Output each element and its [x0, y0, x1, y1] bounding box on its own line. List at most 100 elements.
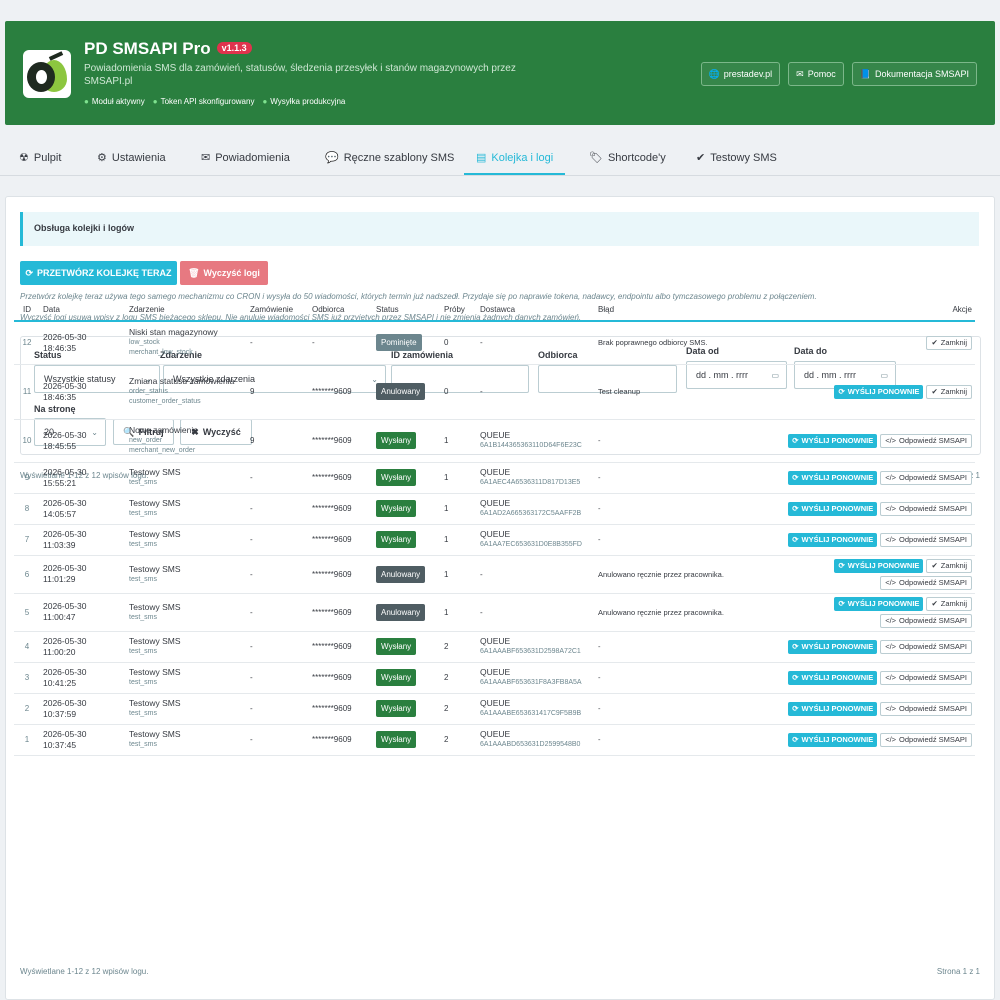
provider-id: 6A1AA7EC653631D0E8B355FD — [480, 541, 582, 548]
tab-settings[interactable]: ⚙ Ustawienia — [97, 151, 166, 165]
row-date: 2026-05-30 10:37:45 — [40, 724, 126, 756]
tab-shortcodes[interactable]: 🏷 Shortcode'y — [589, 151, 666, 165]
row-recipient: *******9609 — [309, 419, 373, 463]
status-badge: Wysłany — [376, 700, 417, 717]
refresh-icon: ⟳ — [792, 704, 799, 713]
col-error: Błąd — [595, 299, 745, 322]
col-date: Data — [40, 299, 126, 322]
row-recipient: *******9609 — [309, 662, 373, 694]
row-provider: QUEUE 6A1AAABF653631D2598A72C1 — [477, 631, 595, 663]
row-tries: 2 — [441, 724, 477, 756]
smsapi-response-button[interactable]: </> Odpowiedź SMSAPI — [880, 433, 972, 448]
process-queue-button[interactable]: ⟳ PRZETWÓRZ KOLEJKĘ TERAZ — [20, 261, 177, 285]
resend-button[interactable]: ⟳ WYŚLIJ PONOWNIE — [788, 470, 878, 485]
trash-icon: 🗑 — [188, 267, 200, 278]
table-row: 12 2026-05-30 18:46:35 Niski stan magazyn… — [14, 321, 975, 365]
row-event: Testowy SMS test_sms — [126, 524, 247, 556]
smsapi-response-button[interactable]: </> Odpowiedź SMSAPI — [880, 732, 972, 747]
row-order: - — [247, 321, 309, 365]
row-error: Anulowano ręcznie przez pracownika. — [595, 593, 745, 632]
row-status: Anulowany — [373, 593, 441, 632]
envelope-icon: ✉ — [201, 152, 211, 164]
resend-button[interactable]: ⟳ WYŚLIJ PONOWNIE — [788, 732, 878, 747]
row-provider: QUEUE 6A1AAABF653631F8A3FB8A5A — [477, 662, 595, 694]
row-id: 4 — [14, 631, 40, 663]
status-badge: Wysłany — [376, 500, 417, 517]
smsapi-response-button[interactable]: </> Odpowiedź SMSAPI — [880, 670, 972, 685]
tab-queue-logs[interactable]: ▤ Kolejka i logi — [463, 151, 566, 175]
row-provider: QUEUE 6A1AA7EC653631D0E8B355FD — [477, 524, 595, 556]
tab-notifications[interactable]: ✉ Powiadomienia — [201, 151, 290, 165]
row-provider: - — [477, 555, 595, 594]
resend-button[interactable]: ⟳ WYŚLIJ PONOWNIE — [834, 384, 924, 399]
row-error: - — [595, 524, 745, 556]
check-icon: ✔ — [931, 387, 938, 396]
col-actions: Akcje — [745, 299, 975, 322]
table-row: 9 2026-05-30 15:55:21 Testowy SMS test_sms… — [14, 462, 975, 494]
close-button[interactable]: ✔ Zamknij — [926, 596, 972, 611]
provider-id: 6A1AAABD653631D2599548B0 — [480, 741, 581, 748]
module-logo — [23, 50, 71, 98]
row-actions: ⟳ WYŚLIJ PONOWNIE </> Odpowiedź SMSAPI — [745, 493, 975, 525]
row-actions: ⟳ WYŚLIJ PONOWNIE </> Odpowiedź SMSAPI — [745, 662, 975, 694]
smsapi-response-button[interactable]: </> Odpowiedź SMSAPI — [880, 639, 972, 654]
resend-button[interactable]: ⟳ WYŚLIJ PONOWNIE — [788, 670, 878, 685]
check-icon: ✔ — [931, 338, 938, 348]
row-order: - — [247, 724, 309, 756]
table-row: 1 2026-05-30 10:37:45 Testowy SMS test_sms… — [14, 724, 975, 756]
row-date: 2026-05-30 11:01:29 — [40, 555, 126, 594]
resend-button[interactable]: ⟳ WYŚLIJ PONOWNIE — [788, 433, 878, 448]
smsapi-response-button[interactable]: </> Odpowiedź SMSAPI — [880, 701, 972, 716]
tab-manual-templates[interactable]: 💬 Ręczne szablony SMS — [325, 151, 454, 165]
row-order: - — [247, 662, 309, 694]
row-order: - — [247, 555, 309, 594]
smsapi-response-button[interactable]: </> Odpowiedź SMSAPI — [880, 470, 972, 485]
code-icon: </> — [885, 616, 897, 625]
smsapi-response-button[interactable]: </> Odpowiedź SMSAPI — [880, 575, 972, 590]
refresh-icon: ⟳ — [838, 599, 845, 608]
help-button[interactable]: ✉ Pomoc — [788, 62, 844, 86]
status-badge: Pominięte — [376, 334, 422, 352]
table-row: 8 2026-05-30 14:05:57 Testowy SMS test_sms… — [14, 493, 975, 525]
refresh-icon: ⟳ — [838, 387, 845, 396]
resend-button[interactable]: ⟳ WYŚLIJ PONOWNIE — [788, 701, 878, 716]
row-actions: ✔ Zamknij — [745, 321, 975, 365]
smsapi-response-button[interactable]: </> Odpowiedź SMSAPI — [880, 501, 972, 516]
tab-dashboard[interactable]: ☢ Pulpit — [19, 151, 61, 165]
prestadev-link-button[interactable]: 🌐 prestadev.pl — [700, 62, 781, 86]
row-date: 2026-05-30 18:46:35 — [40, 321, 126, 365]
row-provider: QUEUE 6A1AEC4A6536311D817D13E5 — [477, 462, 595, 494]
clear-logs-button[interactable]: 🗑 Wyczyść logi — [180, 261, 268, 285]
table-row: 6 2026-05-30 11:01:29 Testowy SMS test_sms… — [14, 555, 975, 594]
close-button[interactable]: ✔ Zamknij — [926, 558, 972, 573]
row-tries: 2 — [441, 693, 477, 725]
row-date: 2026-05-30 18:45:55 — [40, 419, 126, 463]
refresh-icon: ⟳ — [792, 504, 799, 513]
close-button[interactable]: ✔ Zamknij — [926, 384, 972, 399]
row-error: - — [595, 419, 745, 463]
close-button[interactable]: ✔ Zamknij — [926, 335, 972, 350]
code-icon: </> — [885, 673, 897, 682]
row-tries: 0 — [441, 364, 477, 420]
resend-button[interactable]: ⟳ WYŚLIJ PONOWNIE — [834, 596, 924, 611]
col-status: Status — [373, 299, 441, 322]
code-icon: </> — [885, 578, 897, 587]
smsapi-response-button[interactable]: </> Odpowiedź SMSAPI — [880, 613, 972, 628]
col-provider: Dostawca — [477, 299, 595, 322]
provider-id: 6A1B144365363110D64F6E23C — [480, 442, 582, 449]
resend-button[interactable]: ⟳ WYŚLIJ PONOWNIE — [788, 639, 878, 654]
row-error: - — [595, 724, 745, 756]
row-recipient: *******9609 — [309, 593, 373, 632]
smsapi-response-button[interactable]: </> Odpowiedź SMSAPI — [880, 532, 972, 547]
row-recipient: *******9609 — [309, 524, 373, 556]
tab-test-sms[interactable]: ✔ Testowy SMS — [696, 151, 777, 165]
row-order: - — [247, 524, 309, 556]
resend-button[interactable]: ⟳ WYŚLIJ PONOWNIE — [788, 532, 878, 547]
row-status: Wysłany — [373, 662, 441, 694]
row-event: Testowy SMS test_sms — [126, 462, 247, 494]
smsapi-docs-button[interactable]: 📘 Dokumentacja SMSAPI — [851, 62, 977, 86]
resend-button[interactable]: ⟳ WYŚLIJ PONOWNIE — [788, 501, 878, 516]
code-icon: </> — [885, 642, 897, 651]
resend-button[interactable]: ⟳ WYŚLIJ PONOWNIE — [834, 558, 924, 573]
row-actions: ⟳ WYŚLIJ PONOWNIE </> Odpowiedź SMSAPI — [745, 631, 975, 663]
